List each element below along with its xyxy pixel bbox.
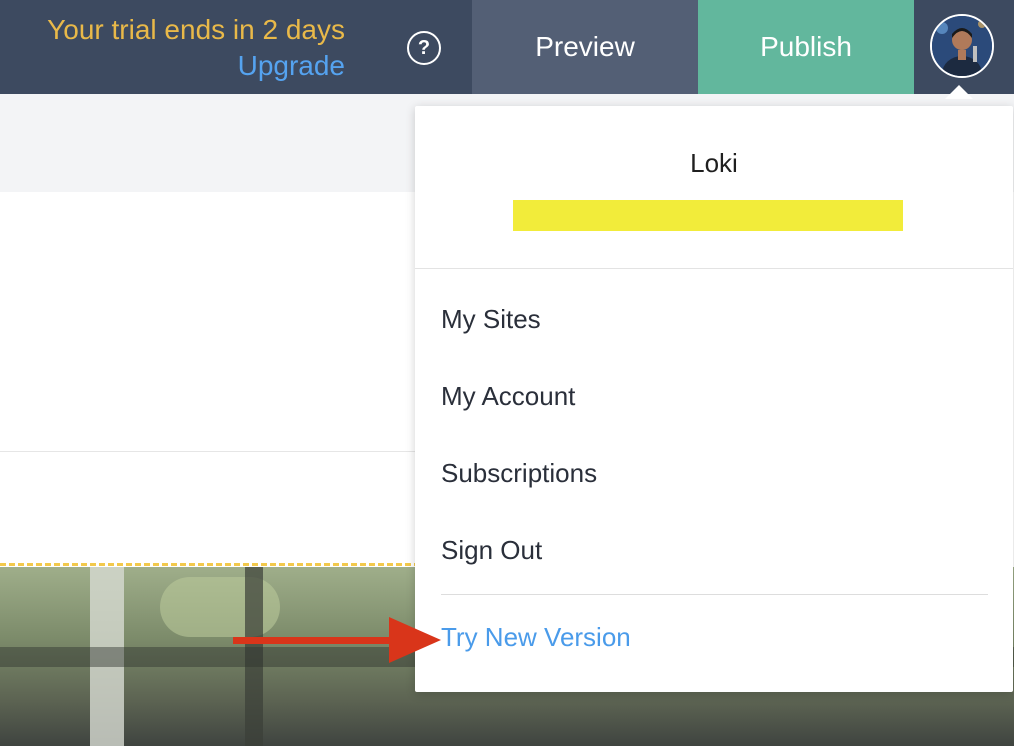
dropdown-caret	[945, 85, 973, 99]
try-new-version-link[interactable]: Try New Version	[441, 622, 631, 653]
trial-notice: Your trial ends in 2 days Upgrade	[47, 12, 345, 84]
trial-text: Your trial ends in 2 days	[47, 14, 345, 45]
help-icon[interactable]: ?	[407, 31, 441, 65]
redacted-email-highlight	[513, 200, 903, 231]
menu-item-my-account[interactable]: My Account	[441, 381, 575, 412]
avatar[interactable]	[930, 14, 994, 78]
avatar-image	[932, 16, 992, 76]
preview-button[interactable]: Preview	[472, 0, 698, 94]
preview-label: Preview	[535, 31, 635, 62]
user-header: Loki	[415, 106, 1013, 269]
upgrade-link[interactable]: Upgrade	[47, 48, 345, 84]
content-divider	[0, 451, 420, 452]
top-bar: Your trial ends in 2 days Upgrade ? Prev…	[0, 0, 1014, 94]
section-selection-border	[0, 563, 420, 566]
menu-separator	[441, 594, 988, 595]
annotation-arrow-icon	[233, 617, 441, 663]
menu-item-my-sites[interactable]: My Sites	[441, 304, 541, 335]
account-dropdown: Loki My Sites My Account Subscriptions S…	[415, 106, 1013, 692]
menu-item-subscriptions[interactable]: Subscriptions	[441, 458, 597, 489]
publish-label: Publish	[760, 31, 852, 62]
publish-button[interactable]: Publish	[698, 0, 914, 94]
username: Loki	[690, 148, 738, 178]
menu-item-sign-out[interactable]: Sign Out	[441, 535, 542, 566]
